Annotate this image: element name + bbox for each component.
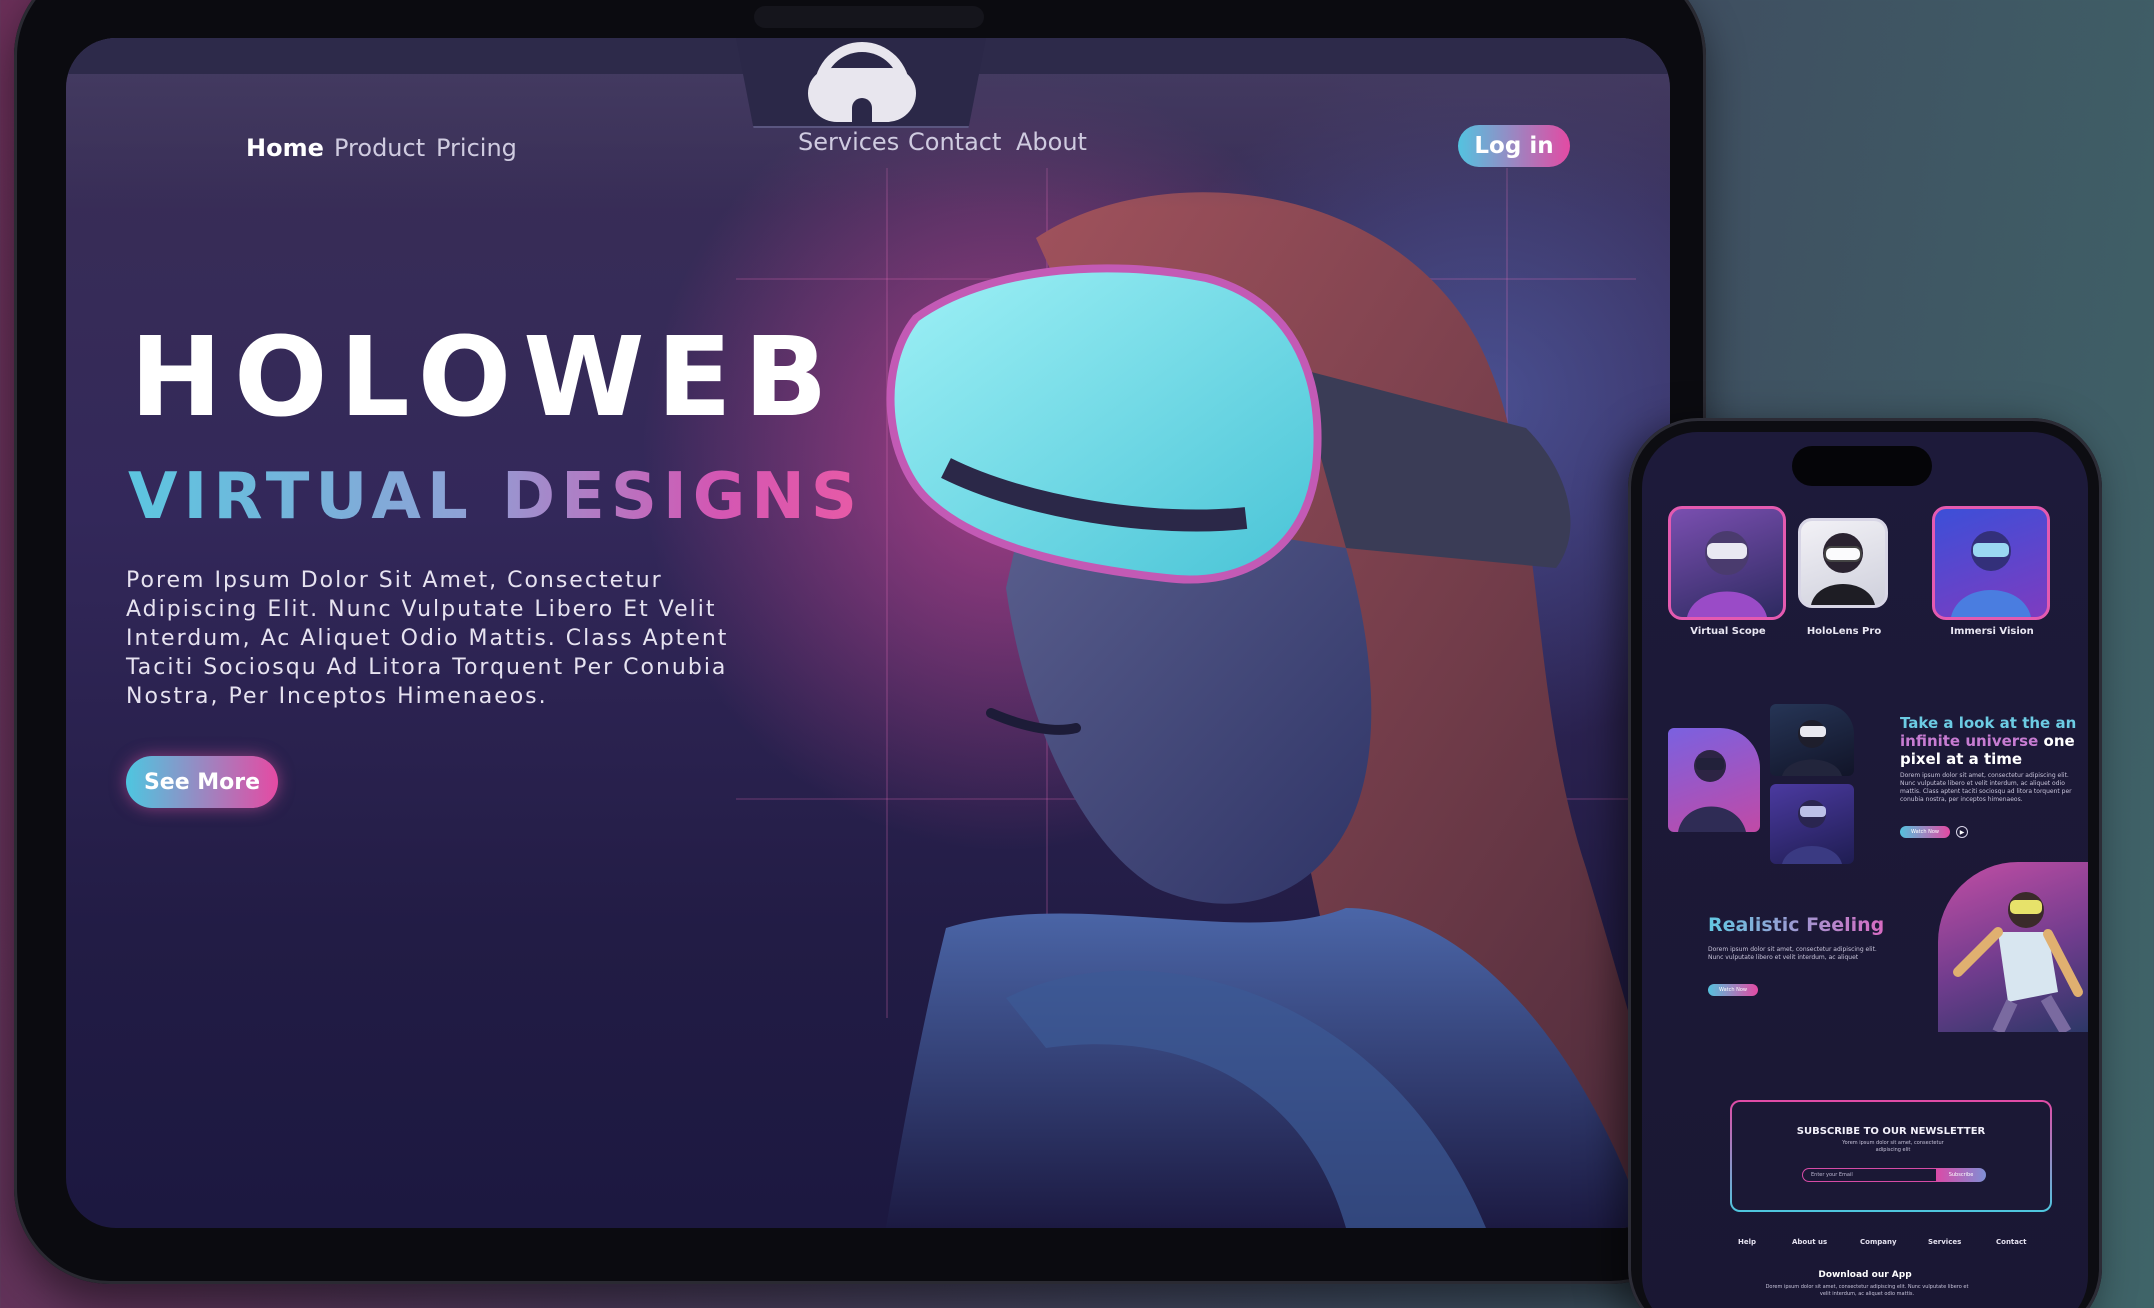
vr-user-thumbnail	[1678, 750, 1746, 832]
footer-link-company[interactable]: Company	[1860, 1238, 1897, 1246]
footer-link-services[interactable]: Services	[1928, 1238, 1961, 1246]
hero-description: Porem Ipsum Dolor Sit Amet, Consectetur …	[126, 568, 729, 709]
vr-user-thumbnail	[1782, 800, 1842, 864]
vr-user-thumbnail	[1811, 533, 1875, 605]
vr-headset-person-image	[886, 192, 1670, 1228]
hero-subtitle: VIRTUAL DESIGNS	[128, 460, 863, 534]
download-app-body: Dorem ipsum dolor sit amet, consectetur …	[1765, 1284, 1969, 1297]
watch-now-button[interactable]: Watch Now	[1900, 826, 1950, 838]
newsletter-title: SUBSCRIBE TO OUR NEWSLETTER	[1796, 1126, 1986, 1137]
vr-headset-logo-icon[interactable]	[808, 42, 916, 124]
product-label: Immersi Vision	[1950, 626, 2034, 637]
tablet-device: Home Product Pricing Services Contact Ab…	[14, 0, 1706, 1284]
footer-link-help[interactable]: Help	[1738, 1238, 1756, 1246]
logo-visor	[808, 68, 916, 124]
tablet-screen: Home Product Pricing Services Contact Ab…	[66, 38, 1670, 1228]
vr-dancer-illustration	[1953, 892, 2083, 1032]
top-navigation: Home Product Pricing Services Contact Ab…	[66, 38, 1670, 208]
feature-image-left	[1668, 728, 1760, 832]
nav-link-home[interactable]: Home	[246, 134, 324, 162]
nav-link-contact[interactable]: Contact	[908, 128, 1001, 156]
phone-device: Virtual Scope HoloLens Pro Immersi Visio…	[1628, 418, 2102, 1308]
play-icon[interactable]: ▶	[1956, 826, 1968, 838]
product-card-immersi-vision[interactable]	[1932, 506, 2050, 620]
feature-heading: Take a look at the an infinite universe …	[1900, 714, 2082, 768]
download-app-title: Download our App	[1818, 1270, 1912, 1280]
newsletter-subtitle: Yorem ipsum dolor sit amet, consectetur …	[1842, 1140, 1944, 1153]
tablet-camera	[754, 6, 984, 28]
footer-link-about-us[interactable]: About us	[1792, 1238, 1827, 1246]
realistic-body: Dorem ipsum dolor sit amet, consectetur …	[1708, 946, 1877, 961]
dynamic-island	[1792, 446, 1932, 486]
feature-heading-part2: infinite universe	[1900, 732, 2039, 750]
newsletter-box: SUBSCRIBE TO OUR NEWSLETTER Yorem ipsum …	[1730, 1100, 2052, 1212]
product-card-hololens-pro[interactable]	[1798, 518, 1888, 608]
vr-user-thumbnail	[1687, 531, 1767, 617]
realistic-watch-now-button[interactable]: Watch Now	[1708, 984, 1758, 996]
feature-image-bottom	[1770, 784, 1854, 864]
feature-body: Dorem ipsum dolor sit amet, consectetur …	[1900, 772, 2072, 803]
subscribe-button[interactable]: Subscribe	[1936, 1168, 1986, 1182]
vr-user-thumbnail	[1782, 720, 1842, 776]
feature-heading-part1: Take a look at the an	[1900, 714, 2077, 732]
feature-image-top	[1770, 704, 1854, 776]
product-card-virtual-scope[interactable]	[1668, 506, 1786, 620]
login-button[interactable]: Log in	[1458, 125, 1570, 167]
nav-link-product[interactable]: Product	[334, 134, 425, 162]
nav-link-about[interactable]: About	[1016, 128, 1087, 156]
vr-user-thumbnail	[1951, 531, 2031, 617]
phone-screen: Virtual Scope HoloLens Pro Immersi Visio…	[1642, 432, 2088, 1308]
product-label: HoloLens Pro	[1806, 626, 1882, 637]
footer-link-contact[interactable]: Contact	[1996, 1238, 2027, 1246]
hero-title: HOLOWEB	[130, 313, 840, 441]
nav-link-pricing[interactable]: Pricing	[436, 134, 517, 162]
nav-link-services[interactable]: Services	[798, 128, 899, 156]
realistic-heading: Realistic Feeling	[1708, 914, 1885, 936]
see-more-button[interactable]: See More	[126, 756, 278, 808]
dancer-vr-image	[1938, 862, 2088, 1032]
newsletter-email-input[interactable]: Enter your Email	[1802, 1168, 1936, 1182]
